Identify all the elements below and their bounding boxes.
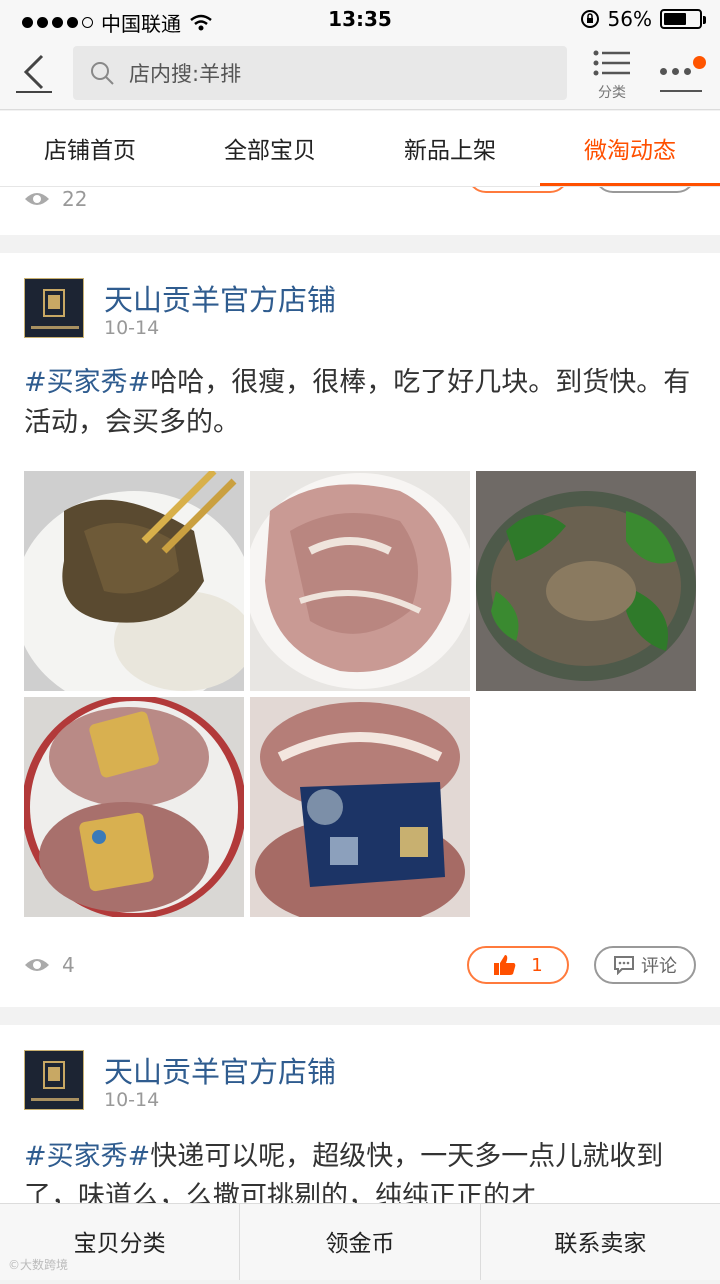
post-card: 天山贡羊官方店铺 10-14 #买家秀#快递可以呢，超级快，一天多一点儿就收到了… xyxy=(0,1025,720,1203)
more-button[interactable] xyxy=(660,56,706,94)
comment-button[interactable]: 评论 xyxy=(594,187,696,193)
like-button[interactable]: 1 xyxy=(467,946,569,984)
view-count: 22 xyxy=(24,187,87,211)
comment-icon xyxy=(614,956,634,975)
tab-weitao-feed[interactable]: 微淘动态 xyxy=(540,111,720,187)
search-icon xyxy=(91,62,114,85)
search-text: 店内搜:羊排 xyxy=(129,62,242,86)
post-text: #买家秀#哈哈，很瘦，很棒，吃了好几块。到货快。有活动，会买多的。 xyxy=(24,367,691,438)
post-photo[interactable] xyxy=(250,471,470,691)
eye-icon xyxy=(25,959,49,971)
comment-button[interactable]: 评论 xyxy=(594,946,696,984)
navigation-bar: 店内搜:羊排 分类 xyxy=(0,38,720,110)
shop-name[interactable]: 天山贡羊官方店铺 xyxy=(104,277,336,319)
shop-avatar[interactable] xyxy=(24,1050,84,1110)
contact-seller-button[interactable]: 联系卖家 xyxy=(481,1204,720,1280)
notification-dot xyxy=(693,56,706,69)
search-input[interactable]: 店内搜:羊排 xyxy=(73,46,567,100)
shop-name[interactable]: 天山贡羊官方店铺 xyxy=(104,1049,336,1091)
post-photo[interactable] xyxy=(476,471,696,691)
more-icon xyxy=(660,68,706,75)
rotation-lock-icon xyxy=(580,10,599,28)
previous-post-footer: 22 1 评论 xyxy=(0,187,720,235)
post-date: 10-14 xyxy=(104,317,160,339)
battery-percent: 56% xyxy=(607,7,652,31)
hashtag-link[interactable]: #买家秀# xyxy=(24,367,150,398)
tab-shop-home[interactable]: 店铺首页 xyxy=(0,111,180,187)
collect-coins-button[interactable]: 领金币 xyxy=(240,1204,481,1280)
bottom-action-bar: 宝贝分类 领金币 联系卖家 xyxy=(0,1203,720,1280)
battery-icon xyxy=(660,9,706,29)
tab-new-arrivals[interactable]: 新品上架 xyxy=(360,111,540,187)
eye-icon xyxy=(25,193,49,205)
post-card: 天山贡羊官方店铺 10-14 #买家秀#哈哈，很瘦，很棒，吃了好几块。到货快。有… xyxy=(0,253,720,1007)
post-photo[interactable] xyxy=(24,471,244,691)
like-button[interactable]: 1 xyxy=(467,187,569,193)
category-button[interactable]: 分类 xyxy=(588,48,636,104)
post-text: #买家秀#快递可以呢，超级快，一天多一点儿就收到了，味道么，么撒可挑剔的，纯纯正… xyxy=(24,1141,664,1203)
status-bar: 中国联通 13:35 56% xyxy=(0,0,720,38)
active-tab-indicator xyxy=(540,183,720,186)
hashtag-link[interactable]: #买家秀# xyxy=(24,1141,150,1172)
back-button[interactable] xyxy=(12,50,56,94)
tab-all-items[interactable]: 全部宝贝 xyxy=(180,111,360,187)
post-photo[interactable] xyxy=(24,697,244,917)
shop-avatar[interactable] xyxy=(24,278,84,338)
watermark: ©大数跨境 xyxy=(8,1258,69,1272)
category-label: 分类 xyxy=(598,85,626,101)
thumbs-up-icon xyxy=(494,955,516,975)
view-count: 4 xyxy=(24,953,75,977)
list-icon xyxy=(593,50,630,76)
post-date: 10-14 xyxy=(104,1089,160,1111)
shop-tabs: 店铺首页 全部宝贝 新品上架 微淘动态 xyxy=(0,111,720,187)
post-photo[interactable] xyxy=(250,697,470,917)
back-arrow-icon xyxy=(16,54,52,93)
feed[interactable]: 22 1 评论 天山贡羊官方店铺 10-14 #买家秀#哈哈，很瘦，很棒，吃了好… xyxy=(0,187,720,1203)
